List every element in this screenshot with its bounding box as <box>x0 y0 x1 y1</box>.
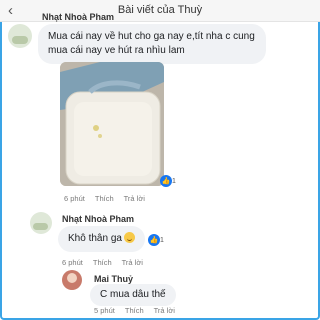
reply-link[interactable]: Trả lời <box>154 306 175 315</box>
comment-text: Khô thân ga <box>68 233 122 244</box>
like-icon: 👍 <box>160 175 172 187</box>
avatar[interactable] <box>62 270 82 290</box>
comment-author[interactable]: Mai Thuỷ <box>94 274 133 284</box>
laughing-emoji-icon <box>123 232 135 243</box>
avatar[interactable] <box>30 212 52 234</box>
comment-text: Mua cái nay về hut cho ga nay e,tít nha … <box>38 24 266 64</box>
reaction-count[interactable]: 👍 1 <box>160 175 176 187</box>
comment-meta: 5 phút Thích Trả lời <box>94 306 175 315</box>
comment-bubble: Khô thân ga <box>58 226 145 252</box>
reply-link[interactable]: Trả lời <box>122 258 143 267</box>
like-link[interactable]: Thích <box>125 306 144 315</box>
reaction-count[interactable]: 👍 1 <box>148 234 164 246</box>
reaction-number: 1 <box>160 236 164 244</box>
like-link[interactable]: Thích <box>95 194 114 203</box>
comment-time: 6 phút <box>62 258 83 267</box>
comment-time: 6 phút <box>64 194 85 203</box>
comment-photo[interactable] <box>60 62 164 186</box>
comment-text: C mua dâu thế <box>90 284 176 306</box>
comment-time: 5 phút <box>94 306 115 315</box>
reply-link[interactable]: Trả lời <box>124 194 145 203</box>
avatar[interactable] <box>8 24 32 48</box>
like-link[interactable]: Thích <box>93 258 112 267</box>
breast-pump-photo <box>60 62 164 186</box>
comment-meta: 6 phút Thích Trả lời <box>62 258 143 267</box>
like-icon: 👍 <box>148 234 160 246</box>
comment-author[interactable]: Nhạt Nhoà Pham <box>42 12 114 22</box>
comment-meta: 6 phút Thích Trả lời <box>64 194 145 203</box>
reaction-number: 1 <box>172 177 176 185</box>
comment-author[interactable]: Nhạt Nhoà Pham <box>62 214 134 224</box>
